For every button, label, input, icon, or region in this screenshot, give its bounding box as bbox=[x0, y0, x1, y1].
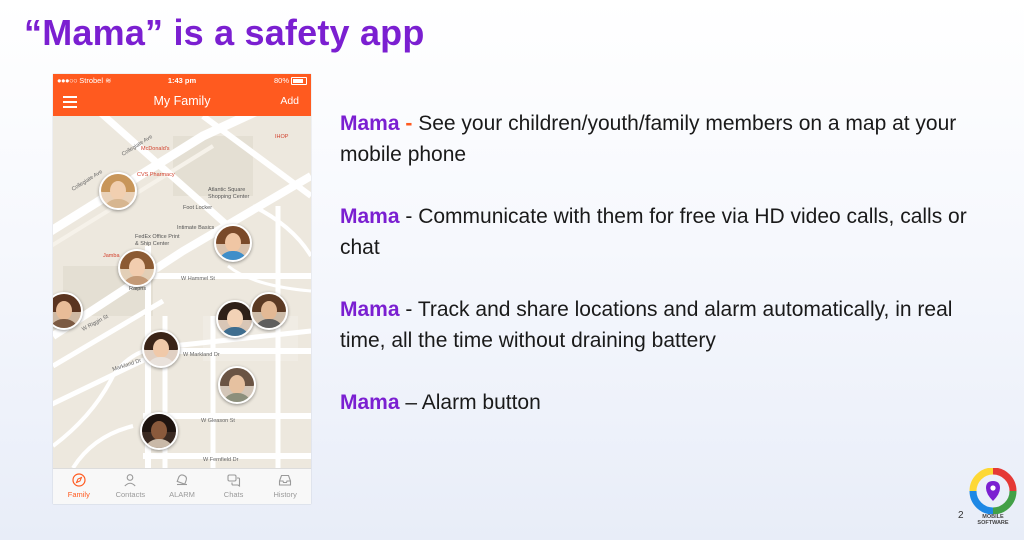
tab-alarm[interactable]: ALARM bbox=[156, 469, 208, 504]
add-button[interactable]: Add bbox=[280, 95, 299, 107]
inbox-icon bbox=[279, 474, 292, 486]
header-title: My Family bbox=[153, 94, 211, 108]
tab-bar: Family Contacts ALARM Chats History bbox=[53, 468, 311, 504]
tab-family[interactable]: Family bbox=[53, 469, 105, 504]
tab-label: Contacts bbox=[115, 490, 146, 499]
feature-separator: - bbox=[399, 112, 419, 135]
map-label-w-fernfield: W Fernfield Dr bbox=[203, 457, 239, 463]
map-label-intimate-basics: Intimate Basics bbox=[177, 225, 215, 231]
slide-title: “Mama” is a safety app bbox=[24, 12, 425, 53]
feature-keyword: Mama bbox=[340, 205, 400, 228]
feature-separator: – bbox=[399, 391, 422, 414]
mobile-software-logo: MOBILE SOFTWARE bbox=[966, 467, 1020, 532]
map-label-mcdonalds: McDonald's bbox=[141, 146, 170, 152]
phone-screenshot: ●●●○○ Strobel ≋ 1:43 pm 80% My Family Ad… bbox=[53, 74, 311, 504]
map-label-w-gleason: W Gleason St bbox=[201, 418, 235, 424]
family-member-avatar[interactable] bbox=[118, 249, 156, 287]
feature-text: Communicate with them for free via HD vi… bbox=[340, 205, 967, 259]
tab-contacts[interactable]: Contacts bbox=[105, 469, 157, 504]
tab-label: Chats bbox=[223, 490, 244, 499]
person-icon bbox=[124, 474, 136, 487]
family-member-avatar[interactable] bbox=[218, 366, 256, 404]
feature-separator: - bbox=[399, 298, 418, 321]
map-label-fedex: FedEx Office Print bbox=[135, 234, 180, 240]
location-pin-logo-icon bbox=[969, 467, 1017, 515]
map-label-w-markland-dr: W Markland Dr bbox=[183, 352, 220, 358]
feature-item: Mama - See your children/youth/family me… bbox=[340, 108, 1000, 170]
map-label-ship-center: & Ship Center bbox=[135, 241, 169, 247]
family-member-avatar[interactable] bbox=[142, 330, 180, 368]
family-member-avatar[interactable] bbox=[140, 412, 178, 450]
status-bar: ●●●○○ Strobel ≋ 1:43 pm 80% bbox=[53, 74, 311, 88]
feature-keyword: Mama bbox=[340, 112, 400, 135]
feature-item: Mama - Communicate with them for free vi… bbox=[340, 201, 1000, 263]
tab-label: History bbox=[273, 490, 297, 499]
logo-line-2: SOFTWARE bbox=[977, 520, 1009, 526]
tab-label: Family bbox=[67, 490, 90, 499]
family-member-avatar[interactable] bbox=[214, 224, 252, 262]
feature-text: See your children/youth/family members o… bbox=[340, 112, 957, 166]
map-label-shopping-center: Shopping Center bbox=[208, 194, 249, 200]
logo-text: MOBILE SOFTWARE bbox=[966, 514, 1020, 526]
feature-keyword: Mama bbox=[340, 391, 400, 414]
tab-chats[interactable]: Chats bbox=[208, 469, 260, 504]
chat-bubbles-icon bbox=[227, 474, 240, 487]
feature-list: Mama - See your children/youth/family me… bbox=[340, 108, 1000, 449]
map-label-ihop: IHOP bbox=[275, 134, 289, 140]
map-label-w-hammel: W Hammel St bbox=[181, 276, 215, 282]
family-map[interactable]: Collegiate Ave Collegiate Ave McDonald's… bbox=[53, 116, 311, 468]
feature-text: Alarm button bbox=[421, 391, 541, 414]
battery-level: 80% bbox=[273, 76, 289, 85]
family-member-avatar[interactable] bbox=[216, 300, 254, 338]
alarm-icon bbox=[176, 474, 187, 486]
app-header: My Family Add bbox=[53, 88, 311, 116]
tab-history[interactable]: History bbox=[259, 469, 311, 504]
map-label-jamba: Jamba bbox=[103, 253, 120, 259]
feature-item: Mama - Track and share locations and ala… bbox=[340, 294, 1000, 356]
map-label-atlantic-square: Atlantic Square bbox=[208, 187, 245, 193]
tab-label: ALARM bbox=[169, 490, 195, 499]
feature-keyword: Mama bbox=[340, 298, 400, 321]
status-battery: 80% bbox=[274, 74, 307, 88]
feature-text: Track and share locations and alarm auto… bbox=[340, 298, 953, 352]
map-label-foot-locker: Foot Locker bbox=[183, 205, 212, 211]
family-member-avatar[interactable] bbox=[99, 172, 137, 210]
compass-icon bbox=[72, 473, 86, 487]
family-member-avatar[interactable] bbox=[250, 292, 288, 330]
status-time: 1:43 pm bbox=[167, 76, 197, 85]
page-number: 2 bbox=[958, 510, 964, 521]
battery-icon bbox=[291, 77, 307, 86]
map-label-cvs: CVS Pharmacy bbox=[137, 172, 175, 178]
feature-separator: - bbox=[399, 205, 419, 228]
feature-item: Mama – Alarm button bbox=[340, 387, 1000, 418]
